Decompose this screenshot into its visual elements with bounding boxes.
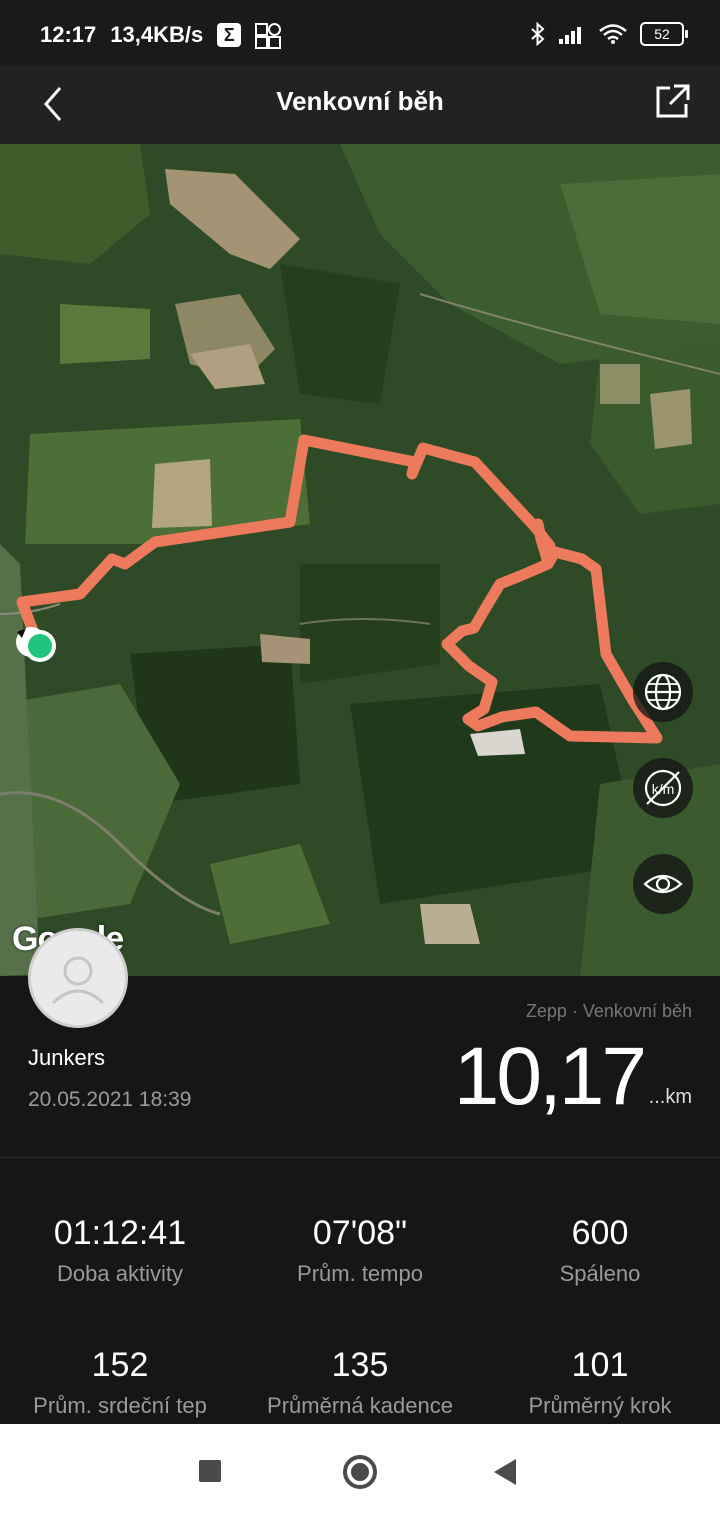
stat-avg-pace: 07'08" Prům. tempo bbox=[240, 1214, 480, 1287]
network-speed: 13,4KB/s bbox=[110, 22, 204, 47]
globe-icon bbox=[644, 673, 682, 711]
battery-icon: 52 bbox=[640, 22, 688, 46]
status-bar: 12:17 13,4KB/s Σ 52 bbox=[0, 0, 720, 66]
back-triangle-icon[interactable] bbox=[494, 1459, 516, 1485]
km-marker-off-icon: k/m bbox=[644, 769, 682, 807]
share-icon[interactable] bbox=[652, 82, 692, 122]
stat-value: 101 bbox=[571, 1346, 629, 1384]
sigma-icon: Σ bbox=[217, 23, 242, 47]
distance-value: 10,17 bbox=[453, 1031, 647, 1122]
stat-label: Průměrný krok bbox=[528, 1393, 672, 1418]
workout-datetime: 20.05.2021 18:39 bbox=[28, 1088, 192, 1111]
stat-avg-cadence: 135 Průměrná kadence bbox=[240, 1346, 480, 1419]
satellite-map-view[interactable] bbox=[0, 144, 720, 976]
app-header: Venkovní běh bbox=[0, 66, 720, 144]
stat-label: Prům. srdeční tep bbox=[33, 1393, 207, 1418]
apps-grid-icon bbox=[255, 23, 282, 49]
stat-value: 01:12:41 bbox=[53, 1214, 187, 1252]
user-name: Junkers bbox=[28, 1045, 106, 1070]
avatar[interactable] bbox=[28, 928, 128, 1028]
stat-avg-heart-rate: 152 Prům. srdeční tep bbox=[0, 1346, 240, 1419]
stat-calories: 600 Spáleno bbox=[480, 1214, 720, 1287]
stat-label: Spáleno bbox=[559, 1261, 641, 1286]
battery-level: 52 bbox=[654, 26, 670, 42]
stats-grid: 01:12:41 Doba aktivity 07'08" Prům. temp… bbox=[0, 1158, 720, 1424]
view-toggle-button[interactable] bbox=[633, 854, 693, 914]
user-placeholder-icon bbox=[51, 956, 105, 1005]
stat-value: 600 bbox=[571, 1214, 629, 1252]
stat-label: Průměrná kadence bbox=[267, 1393, 453, 1418]
workout-source: Zepp · Venkovní běh bbox=[525, 1001, 692, 1021]
stat-activity-time: 01:12:41 Doba aktivity bbox=[0, 1214, 240, 1287]
signal-icon bbox=[559, 27, 581, 44]
bluetooth-icon bbox=[531, 22, 545, 46]
route-end-marker bbox=[24, 630, 56, 662]
stat-avg-stride: 101 Průměrný krok bbox=[480, 1346, 720, 1419]
km-markers-toggle[interactable]: k/m bbox=[633, 758, 693, 818]
stat-value: 07'08" bbox=[312, 1214, 408, 1252]
status-time: 12:17 bbox=[40, 22, 97, 47]
route-map[interactable]: k/m bbox=[0, 144, 720, 976]
system-nav-bar bbox=[0, 1424, 720, 1520]
stat-value: 135 bbox=[331, 1346, 389, 1384]
distance-unit: ...km bbox=[648, 1086, 692, 1108]
stat-label: Prům. tempo bbox=[297, 1261, 423, 1286]
wifi-icon bbox=[599, 24, 627, 44]
recents-square-icon[interactable] bbox=[199, 1460, 221, 1482]
map-type-button[interactable] bbox=[633, 662, 693, 722]
eye-icon bbox=[643, 874, 683, 894]
page-title: Venkovní běh bbox=[276, 86, 444, 116]
home-circle-icon[interactable] bbox=[343, 1455, 377, 1489]
stat-label: Doba aktivity bbox=[57, 1261, 183, 1286]
stat-value: 152 bbox=[91, 1346, 149, 1384]
